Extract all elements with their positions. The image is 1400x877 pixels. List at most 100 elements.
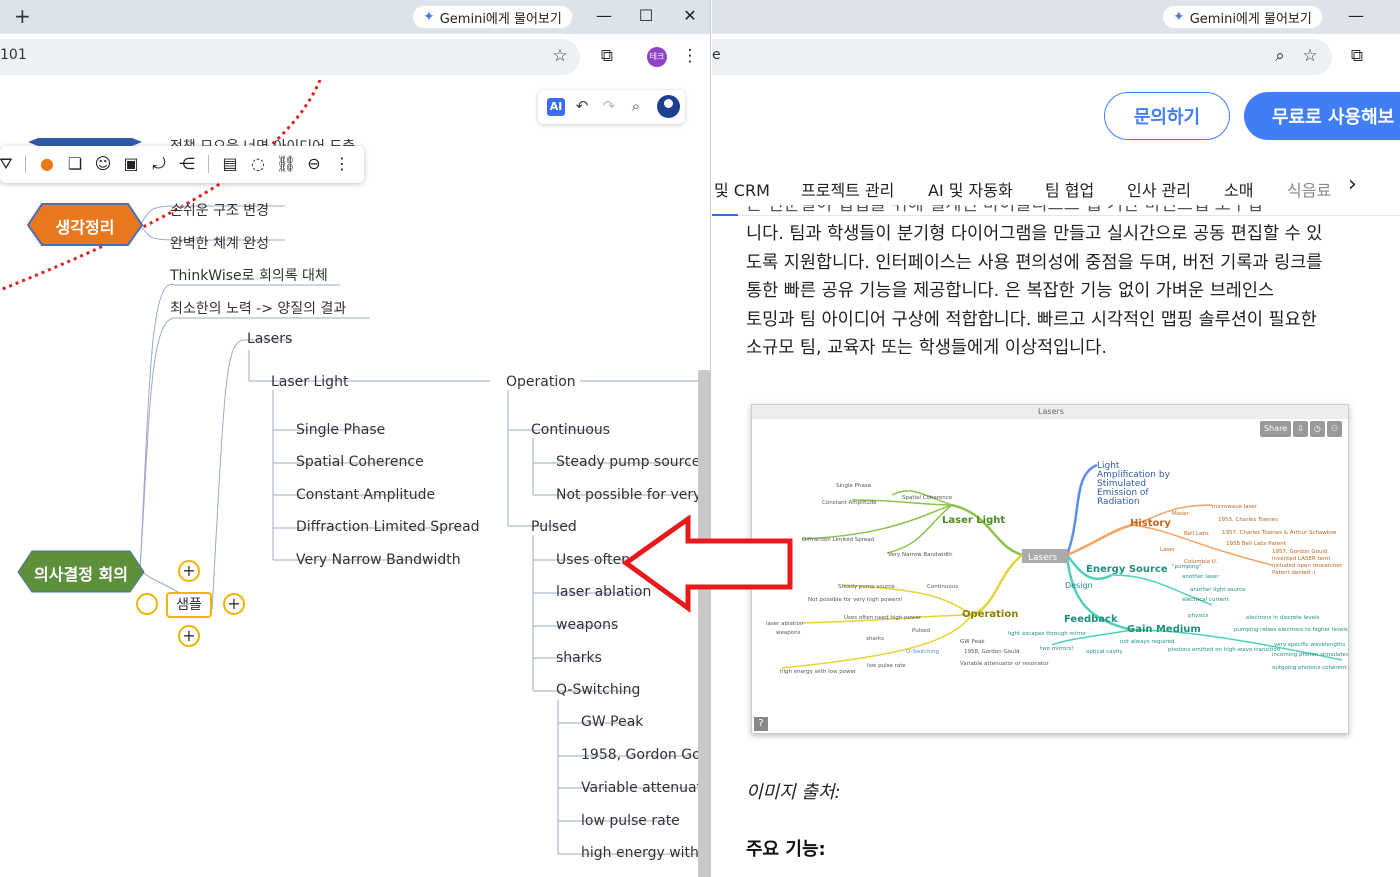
small-label: microwave laser xyxy=(1212,504,1258,510)
small-label: "pumping" xyxy=(1172,564,1201,570)
nav-item-crm[interactable]: 및 CRM xyxy=(714,177,770,201)
gemini-ask-button[interactable]: ✦ Gemini에게 물어보기 xyxy=(412,5,573,29)
nav-item-collab[interactable]: 팀 협업 xyxy=(1045,177,1094,201)
node-item[interactable]: Diffraction Limited Spread xyxy=(296,519,480,535)
branch-text[interactable]: 최소한의 노력 -> 양질의 결과 xyxy=(170,298,346,318)
image-icon[interactable]: ▣ xyxy=(121,154,141,173)
user-avatar[interactable] xyxy=(657,95,680,118)
node-shape-handle-icon[interactable] xyxy=(136,593,158,615)
node-item[interactable]: low pulse rate xyxy=(581,813,680,829)
small-label: light escapes through mirror xyxy=(1008,631,1087,637)
left-title-bar: + ✦ Gemini에게 물어보기 — ☐ ✕ xyxy=(0,0,710,34)
small-label: electrical current xyxy=(1182,597,1230,603)
small-label: photons emitted on high-wave transition xyxy=(1168,647,1281,653)
add-node-top-button[interactable]: + xyxy=(178,560,200,582)
mindmap-canvas[interactable]: 생각정리 의사결정 회의 정책 모으을 너면 아이디어 도출 손쉬운 구조 변경… xyxy=(0,80,710,877)
contact-button[interactable]: 문의하기 xyxy=(1104,92,1230,140)
extensions-icon[interactable]: ⧉ xyxy=(596,46,618,66)
selected-node-sample[interactable]: 샘플 xyxy=(166,592,212,618)
node-item[interactable]: weapons xyxy=(556,617,618,633)
small-label: outgoing photons coherent xyxy=(1272,665,1347,671)
branch-text[interactable]: 손쉬운 구조 변경 xyxy=(170,200,269,220)
nav-item-ai[interactable]: AI 및 자동화 xyxy=(928,177,1013,201)
small-label: GW Peak xyxy=(960,639,985,645)
menu-kebab-icon[interactable]: ⋮ xyxy=(679,46,701,66)
small-label: 1958, Gordon Gould xyxy=(964,649,1020,655)
small-label: Diffraction Limited Spread xyxy=(802,537,874,543)
shape-icon[interactable]: ❏ xyxy=(65,154,85,173)
branch-text[interactable]: 완벽한 체계 완성 xyxy=(170,233,269,253)
undo-icon[interactable]: ↶ xyxy=(572,97,592,115)
node-item[interactable]: Very Narrow Bandwidth xyxy=(296,552,461,568)
article-line: 토밍과 팀 아이디어 구상에 적합합니다. 빠르고 시각적인 맵핑 솔루션이 필… xyxy=(746,309,1317,330)
ai-button[interactable]: AI xyxy=(547,98,565,116)
help-icon: ? xyxy=(754,717,768,731)
add-node-bottom-button[interactable]: + xyxy=(178,625,200,647)
more-icon[interactable]: ⋮ xyxy=(332,154,352,173)
node-laser-light[interactable]: Laser Light xyxy=(271,374,348,390)
node-continuous[interactable]: Continuous xyxy=(531,422,610,438)
redo-icon[interactable]: ↷ xyxy=(599,97,619,115)
hex-node-thinking[interactable]: 생각정리 xyxy=(28,214,142,238)
bookmark-star-icon[interactable]: ☆ xyxy=(1299,46,1321,66)
small-label: Continuous xyxy=(927,584,958,590)
emoji-icon[interactable]: ☺ xyxy=(93,154,113,173)
node-lasers[interactable]: Lasers xyxy=(247,331,292,347)
node-item[interactable]: sharks xyxy=(556,650,602,666)
add-node-right-button[interactable]: + xyxy=(223,593,245,615)
small-label: very specific wavelengths xyxy=(1274,642,1345,648)
address-bar[interactable]: 101 xyxy=(0,39,580,75)
delete-icon[interactable]: ⊖ xyxy=(304,154,324,173)
node-item[interactable]: Variable attenuator xyxy=(581,780,710,796)
minimize-button[interactable]: — xyxy=(594,6,614,25)
paint-bucket-icon[interactable]: ⛛ xyxy=(0,154,16,174)
center-node-label: Lasers xyxy=(1028,553,1057,563)
fill-color-icon[interactable]: ● xyxy=(37,154,57,173)
node-item[interactable]: Spatial Coherence xyxy=(296,454,424,470)
small-label: physics xyxy=(1188,613,1209,619)
node-item[interactable]: Steady pump source xyxy=(556,454,700,470)
profile-avatar[interactable]: 테크 xyxy=(647,47,667,67)
note-icon[interactable]: ▤ xyxy=(220,154,240,173)
node-item[interactable]: GW Peak xyxy=(581,714,643,730)
small-label: Very Narrow Bandwidth xyxy=(888,552,953,558)
close-button[interactable]: ✕ xyxy=(680,6,700,25)
address-bar[interactable]: e xyxy=(712,39,1332,75)
maximize-button[interactable]: ☐ xyxy=(636,6,656,25)
nav-next-icon[interactable]: › xyxy=(1348,172,1357,197)
nav-item-food[interactable]: 식음료 xyxy=(1287,177,1331,201)
comment-icon[interactable]: ◌ xyxy=(248,154,268,173)
small-label: Constant Amplitude xyxy=(822,500,877,506)
small-label: Not possible for very high powers! xyxy=(808,597,903,603)
extensions-icon[interactable]: ⧉ xyxy=(1346,46,1368,66)
branch-label: Energy Source xyxy=(1086,564,1168,575)
small-label: laser ablation xyxy=(766,621,804,627)
gemini-ask-button[interactable]: ✦ Gemini에게 물어보기 xyxy=(1162,5,1323,29)
node-item[interactable]: 1958, Gordon Gou xyxy=(581,747,710,763)
link-icon[interactable]: ⛓ xyxy=(276,154,296,173)
canvas-scrollbar[interactable] xyxy=(698,370,710,877)
bookmark-star-icon[interactable]: ☆ xyxy=(549,46,571,66)
small-label: Laser xyxy=(1160,547,1176,553)
search-icon[interactable]: ⌕ xyxy=(626,97,646,115)
small-label: optical cavity xyxy=(1086,649,1124,655)
minimize-button[interactable]: — xyxy=(1346,6,1366,25)
node-pulsed[interactable]: Pulsed xyxy=(531,519,577,535)
hex-node-decision-meeting[interactable]: 의사결정 회의 xyxy=(18,561,144,585)
node-q-switching[interactable]: Q-Switching xyxy=(556,682,640,698)
node-item[interactable]: Not possible for very h xyxy=(556,487,710,503)
node-item[interactable]: Constant Amplitude xyxy=(296,487,435,503)
branch-text[interactable]: ThinkWise로 회의록 대체 xyxy=(170,265,328,285)
zoom-icon[interactable]: ⌕ xyxy=(1269,46,1291,66)
new-tab-button[interactable]: + xyxy=(14,4,31,28)
node-item[interactable]: high energy with lo xyxy=(581,845,710,861)
relation-icon[interactable]: ⤾ xyxy=(149,154,169,174)
node-item[interactable]: Single Phase xyxy=(296,422,385,438)
nav-item-hr[interactable]: 인사 관리 xyxy=(1127,177,1191,201)
free-trial-button[interactable]: 무료로 사용해보 xyxy=(1244,92,1400,140)
node-operation[interactable]: Operation xyxy=(506,374,576,390)
small-label: another laser xyxy=(1182,574,1219,580)
nav-item-retail[interactable]: 소매 xyxy=(1224,177,1253,201)
branch-icon[interactable]: ⋲ xyxy=(177,154,197,173)
nav-item-project[interactable]: 프로젝트 관리 xyxy=(801,177,894,201)
